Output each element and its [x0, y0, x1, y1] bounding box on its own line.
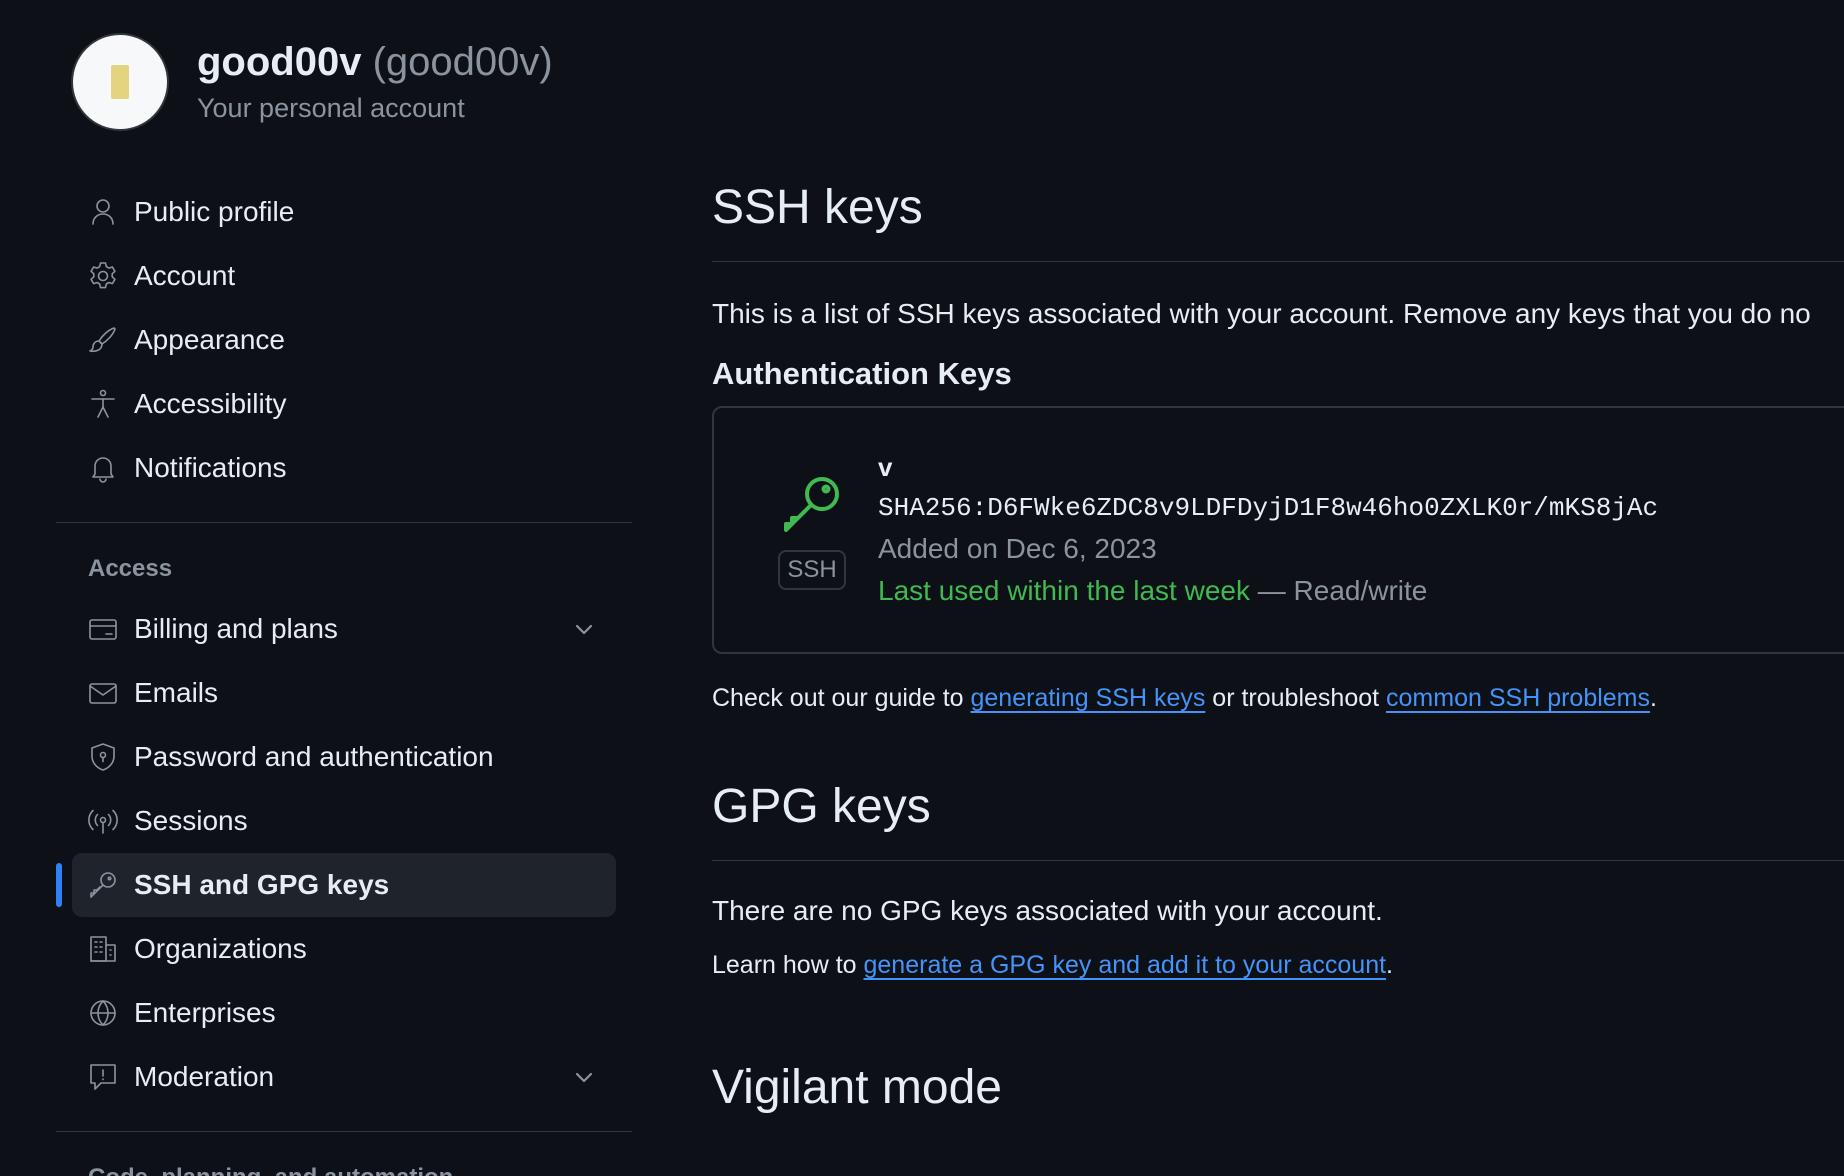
sidebar-item-label: Password and authentication — [134, 741, 494, 772]
key-usage: Last used within the last week — Read/wr… — [878, 575, 1658, 607]
credit-card-icon — [86, 612, 120, 646]
sidebar-item-accessibility[interactable]: Accessibility — [72, 372, 616, 436]
key-fingerprint: SHA256:D6FWke6ZDC8v9LDFDyjD1F8w46ho0ZXLK… — [878, 493, 1659, 523]
sidebar-item-sessions[interactable]: Sessions — [72, 789, 616, 853]
sidebar-item-label: Sessions — [134, 805, 248, 836]
sidebar-item-account[interactable]: Account — [72, 244, 616, 308]
account-text: good00v (good00v) Your personal account — [197, 40, 553, 124]
sidebar-item-label: Notifications — [134, 452, 287, 483]
sidebar-item-label: Moderation — [134, 1061, 275, 1092]
sidebar-group-heading-code: Code, planning, and automation — [88, 1156, 632, 1176]
sidebar-item-appearance[interactable]: Appearance — [72, 308, 616, 372]
sidebar-item-label: Organizations — [134, 933, 307, 964]
sidebar-item-password[interactable]: Password and authentication — [72, 725, 616, 789]
common-ssh-problems-link[interactable]: common SSH problems — [1386, 684, 1650, 712]
key-title: v — [878, 452, 893, 482]
auth-keys-heading: Authentication Keys — [712, 356, 1012, 391]
sidebar-item-emails[interactable]: Emails — [72, 661, 616, 725]
settings-page: good00v (good00v) Your personal account … — [0, 0, 1844, 1176]
vigilant-mode-heading: Vigilant mode — [712, 1061, 1002, 1114]
gpg-empty-text: There are no GPG keys associated with yo… — [712, 895, 1383, 926]
key-added-date: Added on Dec 6, 2023 — [878, 533, 1157, 564]
avatar-glyph — [111, 65, 129, 99]
settings-sidebar: Public profile Account Appearance Access… — [56, 180, 632, 1176]
mail-icon — [86, 676, 120, 710]
gpg-keys-heading: GPG keys — [712, 780, 931, 833]
key-access: — Read/write — [1257, 575, 1428, 606]
person-icon — [86, 195, 120, 229]
paintbrush-icon — [86, 323, 120, 357]
guide-middle: or troubleshoot — [1205, 684, 1387, 712]
section-divider — [712, 261, 1844, 262]
sidebar-item-notifications[interactable]: Notifications — [72, 436, 616, 500]
ssh-key-card: SSH v SHA256:D6FWke6ZDC8v9LDFDyjD1F8w46h… — [712, 406, 1844, 654]
sidebar-group-heading-access: Access — [88, 555, 173, 582]
main-content: SSH keys This is a list of SSH keys asso… — [712, 180, 1844, 1115]
generate-gpg-key-link[interactable]: generate a GPG key and add it to your ac… — [864, 951, 1387, 979]
sidebar-item-moderation[interactable]: Moderation — [72, 1045, 616, 1109]
sidebar-item-label: Billing and plans — [134, 613, 338, 644]
key-icon — [778, 470, 846, 538]
chevron-down-icon[interactable] — [572, 617, 596, 641]
account-login: (good00v) — [372, 40, 553, 84]
bell-icon — [86, 451, 120, 485]
learn-prefix: Learn how to — [712, 951, 864, 979]
generating-ssh-keys-link[interactable]: generating SSH keys — [971, 684, 1206, 712]
gpg-learn-text: Learn how to generate a GPG key and add … — [712, 951, 1844, 980]
account-header: good00v (good00v) Your personal account — [71, 33, 553, 131]
ssh-guide-text: Check out our guide to generating SSH ke… — [712, 684, 1844, 713]
sidebar-item-enterprises[interactable]: Enterprises — [72, 981, 616, 1045]
broadcast-icon — [86, 804, 120, 838]
gear-icon — [86, 259, 120, 293]
key-details: v SHA256:D6FWke6ZDC8v9LDFDyjD1F8w46ho0ZX… — [878, 452, 1658, 607]
sidebar-item-label: SSH and GPG keys — [134, 869, 390, 900]
sidebar-item-ssh-gpg-keys[interactable]: SSH and GPG keys — [56, 853, 616, 917]
accessibility-icon — [86, 387, 120, 421]
key-last-used: Last used within the last week — [878, 575, 1250, 606]
sidebar-item-label: Accessibility — [134, 388, 287, 419]
globe-icon — [86, 996, 120, 1030]
sidebar-item-label: Public profile — [134, 196, 295, 227]
key-icon — [86, 868, 120, 902]
sidebar-divider — [56, 522, 632, 523]
avatar[interactable] — [71, 33, 169, 131]
sidebar-item-label: Appearance — [134, 324, 286, 355]
account-subtitle: Your personal account — [197, 93, 465, 123]
sidebar-item-organizations[interactable]: Organizations — [72, 917, 616, 981]
sidebar-item-label: Enterprises — [134, 997, 276, 1028]
sidebar-item-public-profile[interactable]: Public profile — [72, 180, 616, 244]
shield-lock-icon — [86, 740, 120, 774]
sidebar-item-label: Emails — [134, 677, 219, 708]
guide-suffix: . — [1650, 684, 1657, 712]
sidebar-divider — [56, 1131, 632, 1132]
learn-suffix: . — [1386, 951, 1393, 979]
chevron-down-icon[interactable] — [572, 1065, 596, 1089]
account-name[interactable]: good00v — [197, 40, 361, 84]
section-divider — [712, 860, 1844, 861]
account-title: good00v (good00v) — [197, 40, 553, 85]
organization-icon — [86, 932, 120, 966]
report-icon — [86, 1060, 120, 1094]
ssh-description: This is a list of SSH keys associated wi… — [712, 298, 1811, 329]
ssh-keys-heading: SSH keys — [712, 181, 923, 234]
sidebar-item-label: Account — [134, 260, 236, 291]
ssh-badge: SSH — [778, 550, 846, 590]
sidebar-item-billing[interactable]: Billing and plans — [72, 597, 616, 661]
guide-prefix: Check out our guide to — [712, 684, 971, 712]
